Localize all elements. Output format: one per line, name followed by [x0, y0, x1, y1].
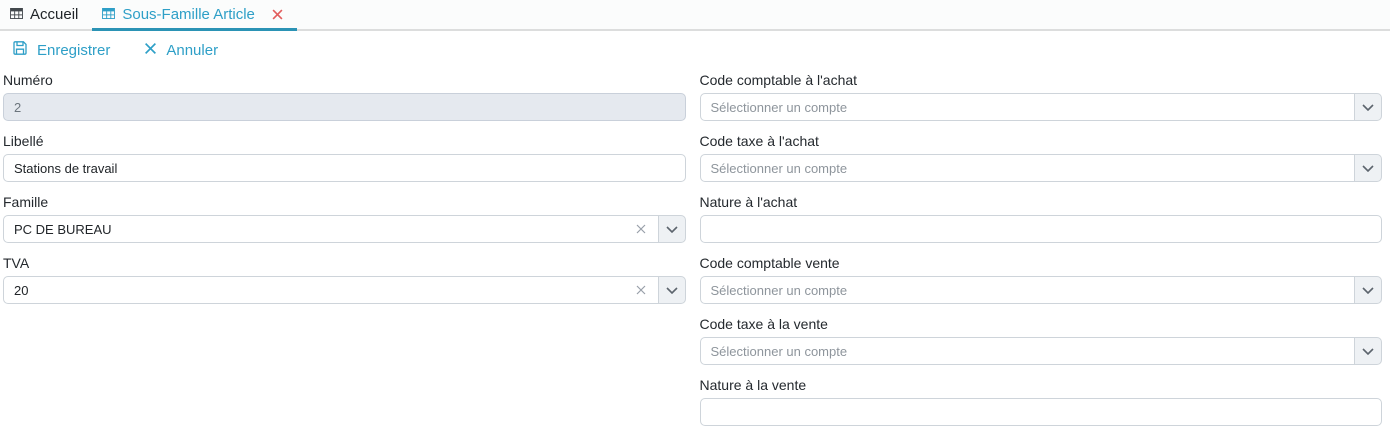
- cancel-button-label: Annuler: [166, 41, 219, 59]
- famille-label: Famille: [3, 194, 49, 210]
- code-comptable-vente-combobox: [699, 276, 1382, 304]
- famille-combobox: [3, 215, 686, 243]
- save-button[interactable]: Enregistrer: [12, 40, 110, 60]
- code-comptable-achat-field[interactable]: [699, 93, 1355, 121]
- libelle-field[interactable]: [3, 154, 686, 182]
- code-taxe-achat-combobox: [699, 154, 1382, 182]
- field-nature-vente: Nature à la vente: [699, 377, 1382, 426]
- tab-sous-famille-article[interactable]: Sous-Famille Article: [92, 0, 297, 31]
- field-famille: Famille: [3, 194, 686, 243]
- form-column-left: Numéro Libellé Famille: [3, 72, 686, 438]
- chevron-down-icon[interactable]: [1354, 337, 1382, 365]
- famille-field[interactable]: [3, 215, 659, 243]
- numero-field: [3, 93, 686, 121]
- form-column-right: Code comptable à l'achat Code taxe à l'a…: [699, 72, 1382, 438]
- nature-achat-label: Nature à l'achat: [699, 194, 798, 210]
- table-icon: [102, 6, 116, 23]
- close-icon[interactable]: [272, 9, 283, 20]
- chevron-down-icon[interactable]: [1354, 154, 1382, 182]
- field-code-taxe-vente: Code taxe à la vente: [699, 316, 1382, 365]
- numero-label: Numéro: [3, 72, 53, 88]
- save-button-label: Enregistrer: [37, 41, 111, 59]
- clear-icon[interactable]: [630, 276, 652, 304]
- code-taxe-vente-label: Code taxe à la vente: [699, 316, 828, 332]
- floppy-disk-icon: [12, 40, 28, 60]
- chevron-down-icon[interactable]: [657, 215, 686, 243]
- field-numero: Numéro: [3, 72, 686, 121]
- field-code-comptable-achat: Code comptable à l'achat: [699, 72, 1382, 121]
- field-tva: TVA: [3, 255, 686, 304]
- tva-label: TVA: [3, 255, 30, 271]
- clear-icon[interactable]: [630, 215, 652, 243]
- tab-accueil[interactable]: Accueil: [0, 0, 92, 31]
- field-nature-achat: Nature à l'achat: [699, 194, 1382, 243]
- field-code-comptable-vente: Code comptable vente: [699, 255, 1382, 304]
- code-taxe-vente-field[interactable]: [699, 337, 1355, 365]
- nature-vente-field[interactable]: [699, 398, 1382, 426]
- chevron-down-icon[interactable]: [1354, 93, 1382, 121]
- tab-label: Sous-Famille Article: [122, 5, 255, 23]
- libelle-label: Libellé: [3, 133, 44, 149]
- code-comptable-vente-label: Code comptable vente: [699, 255, 840, 271]
- tab-bar: Accueil Sous-Famille Article: [0, 0, 1390, 31]
- nature-vente-label: Nature à la vente: [699, 377, 807, 393]
- tab-label: Accueil: [30, 5, 79, 23]
- field-code-taxe-achat: Code taxe à l'achat: [699, 133, 1382, 182]
- code-taxe-vente-combobox: [699, 337, 1382, 365]
- toolbar: Enregistrer Annuler: [0, 31, 1390, 67]
- code-comptable-vente-field[interactable]: [699, 276, 1355, 304]
- table-icon: [10, 6, 23, 23]
- tva-field[interactable]: [3, 276, 659, 304]
- field-libelle: Libellé: [3, 133, 686, 182]
- chevron-down-icon[interactable]: [1354, 276, 1382, 304]
- cancel-button[interactable]: Annuler: [144, 42, 218, 59]
- code-taxe-achat-label: Code taxe à l'achat: [699, 133, 819, 149]
- tva-combobox: [3, 276, 686, 304]
- form: Numéro Libellé Famille: [0, 67, 1390, 438]
- code-taxe-achat-field[interactable]: [699, 154, 1355, 182]
- code-comptable-achat-combobox: [699, 93, 1382, 121]
- chevron-down-icon[interactable]: [657, 276, 686, 304]
- code-comptable-achat-label: Code comptable à l'achat: [699, 72, 858, 88]
- nature-achat-field[interactable]: [699, 215, 1382, 243]
- x-icon: [144, 42, 157, 59]
